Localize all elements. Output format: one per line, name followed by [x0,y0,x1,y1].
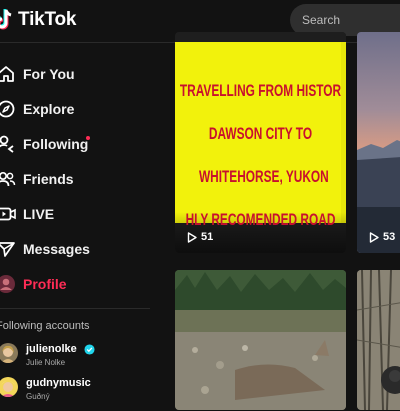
view-count-text: 53 [383,231,396,243]
nav-item-live[interactable]: LIVE [0,199,150,229]
avatar [0,343,18,363]
caption-line: DAWSON CITY TO [208,125,313,143]
caption-line: TRAVELLING FROM HISTOR [179,82,342,100]
account-username: gudnymusic [26,377,91,389]
compass-icon [0,100,15,118]
video-thumbnail [357,32,400,253]
verified-badge-icon [84,344,95,355]
notification-dot [86,136,90,140]
nav-label: LIVE [23,206,55,222]
messages-icon [0,242,15,257]
avatar [0,377,18,397]
nav-item-profile[interactable]: Profile [0,269,150,299]
nav-label: Explore [23,101,75,117]
view-count: 51 [187,231,213,243]
section-title: Following accounts [0,320,90,332]
view-count: 53 [369,231,395,243]
nav-item-for-you[interactable]: For You [0,59,150,89]
following-account[interactable]: gudnymusic Guðný [0,377,150,411]
following-account[interactable]: julienolke Julie Nolke [0,343,150,377]
play-icon [369,231,379,243]
logo-text: TikTok [18,9,77,30]
account-username: julienolke [26,343,77,355]
nav-item-following[interactable]: Following [0,129,150,159]
nav-label: Messages [23,241,90,257]
sidebar: For You Explore Following Friends LIVE M… [0,43,150,401]
play-icon [187,231,197,243]
nav-label: Friends [23,171,74,187]
account-display-name: Julie Nolke [26,358,66,367]
nav-label: Following [23,136,89,152]
video-caption: TRAVELLING FROM HISTOR DAWSON CITY TO WH… [180,70,341,242]
tiktok-logo[interactable]: TikTok [0,8,76,32]
view-count-text: 51 [201,231,214,243]
nav-item-messages[interactable]: Messages [0,234,150,264]
video-thumbnail [175,270,346,410]
tiktok-note-icon [0,9,12,30]
sidebar-divider [0,308,150,309]
following-icon [0,135,14,153]
video-thumbnail [357,270,400,410]
video-card[interactable] [175,270,346,410]
nav-item-friends[interactable]: Friends [0,164,150,194]
friends-icon [0,171,16,187]
caption-line: WHITEHORSE, YUKON [198,168,329,186]
avatar [0,275,15,293]
nav-label: For You [23,66,75,82]
video-card[interactable]: TRAVELLING FROM HISTOR DAWSON CITY TO WH… [175,32,346,253]
home-icon [0,66,14,82]
video-card[interactable] [357,270,400,410]
live-icon [0,207,16,221]
nav-item-explore[interactable]: Explore [0,94,150,124]
nav-label: Profile [23,276,67,292]
video-card[interactable]: 53 [357,32,400,253]
